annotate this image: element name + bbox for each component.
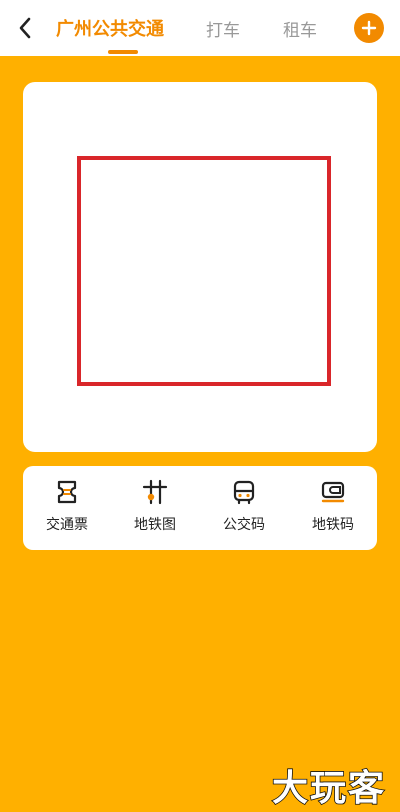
- action-label: 交通票: [46, 517, 88, 533]
- bus-icon: [230, 478, 258, 506]
- metro-map-icon: [141, 478, 169, 506]
- metro-card-icon: [319, 478, 347, 506]
- tab-car-rental[interactable]: 租车: [283, 0, 317, 56]
- ticket-icon: [53, 478, 81, 506]
- plus-icon: [361, 20, 377, 36]
- action-label: 地铁图: [134, 517, 176, 533]
- tab-label: 广州公共交通: [56, 19, 164, 40]
- watermark-logo: 大玩客: [271, 767, 386, 810]
- action-transit-ticket[interactable]: 交通票: [23, 466, 111, 550]
- ride-code-card: [23, 82, 377, 452]
- tab-guangzhou-public-transit[interactable]: 广州公共交通: [56, 0, 164, 56]
- tab-taxi[interactable]: 打车: [206, 0, 240, 56]
- action-metro-code[interactable]: 地铁码: [289, 466, 377, 550]
- active-tab-indicator: [108, 50, 138, 54]
- chevron-left-icon: [19, 17, 31, 39]
- add-button[interactable]: [354, 13, 384, 43]
- back-button[interactable]: [10, 10, 40, 46]
- tab-label: 打车: [206, 20, 240, 41]
- svg-text:大玩客: 大玩客: [272, 768, 386, 809]
- tab-label: 租车: [283, 20, 317, 41]
- action-metro-map[interactable]: 地铁图: [111, 466, 199, 550]
- qr-code-area[interactable]: [77, 156, 331, 386]
- action-bus-code[interactable]: 公交码: [200, 466, 288, 550]
- action-label: 公交码: [223, 517, 265, 533]
- action-label: 地铁码: [312, 517, 354, 533]
- top-nav-bar: 广州公共交通 打车 租车: [0, 0, 400, 56]
- quick-actions-card: 交通票 地铁图 公交码 地铁码: [23, 466, 377, 550]
